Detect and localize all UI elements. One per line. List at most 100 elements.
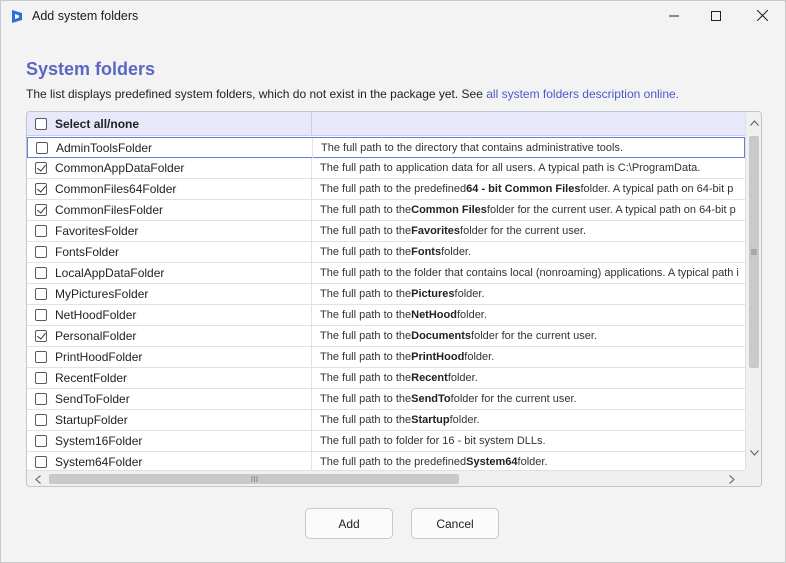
description-highlight: Favorites xyxy=(411,225,461,237)
maximize-icon xyxy=(711,8,721,26)
cancel-button[interactable]: Cancel xyxy=(411,508,499,539)
row-checkbox[interactable] xyxy=(35,456,47,468)
description-highlight: PrintHood xyxy=(411,351,465,363)
table-row[interactable]: CommonAppDataFolder The full path to appl… xyxy=(27,158,745,179)
scroll-up-icon[interactable] xyxy=(746,116,761,130)
row-checkbox[interactable] xyxy=(35,330,47,342)
window-title: Add system folders xyxy=(32,9,139,23)
row-checkbox[interactable] xyxy=(35,351,47,363)
description-highlight: Documents xyxy=(411,330,472,342)
dialog-window: Add system folders System folders The li… xyxy=(0,0,786,563)
description-text: folder. xyxy=(449,414,480,426)
row-checkbox[interactable] xyxy=(35,414,47,426)
folder-description-cell: The full path to the NetHood folder. xyxy=(320,305,745,325)
table-row[interactable]: SendToFolder The full path to the SendTo … xyxy=(27,389,745,410)
description-text: folder. xyxy=(456,309,487,321)
row-checkbox[interactable] xyxy=(35,393,47,405)
row-checkbox[interactable] xyxy=(35,246,47,258)
table-row[interactable]: CommonFilesFolder The full path to the Co… xyxy=(27,200,745,221)
folder-description-cell: The full path to the SendTo folder for t… xyxy=(320,389,745,409)
select-all-checkbox[interactable] xyxy=(35,118,47,130)
description-text: folder. xyxy=(454,288,485,300)
select-all-label: Select all/none xyxy=(55,117,140,131)
description-highlight: Pictures xyxy=(411,288,455,300)
scroll-left-icon[interactable] xyxy=(31,471,45,486)
description-text: folder for the current user. xyxy=(460,225,586,237)
folder-description-cell: The full path to the PrintHood folder. xyxy=(320,347,745,367)
horizontal-scrollbar[interactable] xyxy=(27,470,761,486)
vertical-scroll-thumb[interactable] xyxy=(749,136,759,368)
table-row[interactable]: AdminToolsFolder The full path to the dir… xyxy=(27,137,745,158)
select-all-header[interactable]: Select all/none xyxy=(27,112,312,136)
folder-name: MyPicturesFolder xyxy=(55,287,149,301)
description-text: The full path to the predefined xyxy=(320,456,467,468)
row-checkbox[interactable] xyxy=(35,288,47,300)
row-checkbox[interactable] xyxy=(35,183,47,195)
vertical-scrollbar[interactable] xyxy=(745,112,761,470)
description-text: folder. xyxy=(447,372,478,384)
scroll-right-icon[interactable] xyxy=(725,471,739,486)
folder-name-cell: System16Folder xyxy=(27,431,312,451)
description-text: The full path to the xyxy=(320,225,412,237)
minimize-icon xyxy=(669,8,679,26)
row-checkbox[interactable] xyxy=(35,267,47,279)
row-checkbox[interactable] xyxy=(35,162,47,174)
folder-name-cell: CommonAppDataFolder xyxy=(27,158,312,178)
folder-description-cell: The full path to application data for al… xyxy=(320,158,745,178)
description-text: The full path to folder for 16 - bit sys… xyxy=(320,435,546,447)
table-row[interactable]: PersonalFolder The full path to the Docum… xyxy=(27,326,745,347)
description-text: The full path to the folder that contain… xyxy=(320,267,739,279)
description-text: The full path to the xyxy=(320,351,412,363)
maximize-button[interactable] xyxy=(693,1,739,32)
table-row[interactable]: NetHoodFolder The full path to the NetHoo… xyxy=(27,305,745,326)
table-row[interactable]: CommonFiles64Folder The full path to the … xyxy=(27,179,745,200)
folder-description-cell: The full path to the Common Files folder… xyxy=(320,200,745,220)
description-text: The full path to the xyxy=(320,414,412,426)
row-checkbox[interactable] xyxy=(35,372,47,384)
scroll-down-icon[interactable] xyxy=(746,446,761,460)
folder-name: CommonAppDataFolder xyxy=(55,161,185,175)
minimize-button[interactable] xyxy=(651,1,697,32)
close-button[interactable] xyxy=(739,1,785,32)
table-row[interactable]: System16Folder The full path to folder fo… xyxy=(27,431,745,452)
folder-name: NetHoodFolder xyxy=(55,308,137,322)
row-checkbox[interactable] xyxy=(35,204,47,216)
row-checkbox[interactable] xyxy=(35,435,47,447)
system-folders-help-link[interactable]: all system folders description online. xyxy=(486,87,679,101)
table-row[interactable]: StartupFolder The full path to the Startu… xyxy=(27,410,745,431)
row-checkbox[interactable] xyxy=(36,142,48,154)
folder-description-cell: The full path to the Favorites folder fo… xyxy=(320,221,745,241)
folder-description-cell: The full path to the predefined System64… xyxy=(320,452,745,470)
system-folders-grid: Select all/none AdminToolsFolder The full… xyxy=(26,111,762,487)
folder-name-cell: RecentFolder xyxy=(27,368,312,388)
title-bar[interactable]: Add system folders xyxy=(1,1,785,32)
description-text: The full path to the xyxy=(320,309,412,321)
folder-description-cell: The full path to the Recent folder. xyxy=(320,368,745,388)
folder-name: FontsFolder xyxy=(55,245,120,259)
table-row[interactable]: MyPicturesFolder The full path to the Pic… xyxy=(27,284,745,305)
row-checkbox[interactable] xyxy=(35,309,47,321)
row-checkbox[interactable] xyxy=(35,225,47,237)
folder-description-cell: The full path to the predefined 64 - bit… xyxy=(320,179,745,199)
table-row[interactable]: FontsFolder The full path to the Fonts fo… xyxy=(27,242,745,263)
description-highlight: Fonts xyxy=(411,246,442,258)
description-text: The full path to the xyxy=(320,246,412,258)
table-row[interactable]: PrintHoodFolder The full path to the Prin… xyxy=(27,347,745,368)
folder-name: SendToFolder xyxy=(55,392,130,406)
table-row[interactable]: System64Folder The full path to the prede… xyxy=(27,452,745,470)
description-text: folder for the current user. xyxy=(471,330,597,342)
folder-name-cell: LocalAppDataFolder xyxy=(27,263,312,283)
table-row[interactable]: RecentFolder The full path to the Recent … xyxy=(27,368,745,389)
table-row[interactable]: FavoritesFolder The full path to the Favo… xyxy=(27,221,745,242)
folder-name-cell: FavoritesFolder xyxy=(27,221,312,241)
add-button[interactable]: Add xyxy=(305,508,393,539)
description-text: The full path to the xyxy=(320,288,412,300)
description-text: folder for the current user. A typical p… xyxy=(486,204,736,216)
table-row[interactable]: LocalAppDataFolder The full path to the f… xyxy=(27,263,745,284)
folder-description-cell: The full path to the Fonts folder. xyxy=(320,242,745,262)
folder-name-cell: FontsFolder xyxy=(27,242,312,262)
folder-name-cell: AdminToolsFolder xyxy=(28,138,313,158)
horizontal-scroll-thumb[interactable] xyxy=(49,474,459,484)
folder-name-cell: System64Folder xyxy=(27,452,312,470)
description-highlight: SendTo xyxy=(411,393,451,405)
